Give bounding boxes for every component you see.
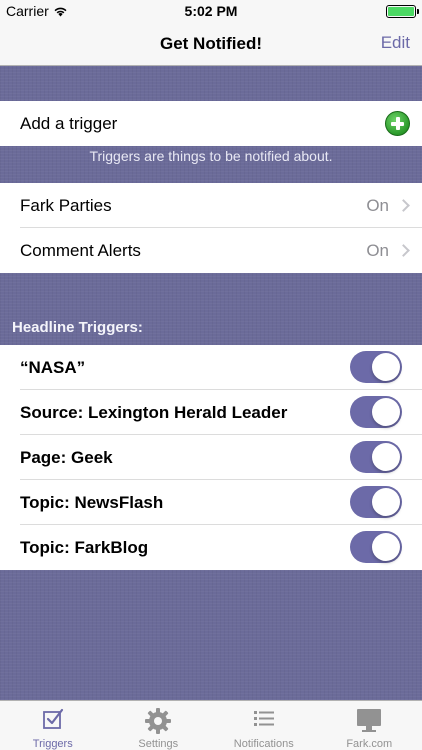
tab-label: Settings [138, 738, 179, 750]
fark-parties-row[interactable]: Fark Parties On [0, 183, 422, 228]
tab-settings[interactable]: Settings [106, 701, 212, 750]
add-trigger-label: Add a trigger [20, 113, 118, 133]
navigation-bar: Get Notified! Edit [0, 22, 422, 66]
headline-trigger-label: Page: Geek [20, 447, 113, 467]
add-trigger-row[interactable]: Add a trigger [0, 101, 422, 146]
status-time: 5:02 PM [184, 3, 238, 19]
tab-label: Notifications [233, 738, 294, 750]
toggle-switch[interactable] [350, 486, 402, 518]
toggle-switch[interactable] [350, 351, 402, 383]
add-circle-icon[interactable] [385, 111, 410, 136]
headline-triggers-header: Headline Triggers: [12, 319, 143, 336]
headline-trigger-row[interactable]: Page: Geek [0, 435, 422, 480]
headline-trigger-label: “NASA” [20, 357, 86, 377]
tab-fark-com[interactable]: Fark.com [317, 701, 422, 750]
edit-button[interactable]: Edit [381, 33, 410, 53]
comment-alerts-value: On [366, 240, 389, 260]
list-icon [253, 711, 274, 726]
chevron-right-icon [397, 244, 410, 257]
fark-parties-label: Fark Parties [20, 195, 112, 215]
tab-label: Fark.com [346, 738, 393, 750]
headline-trigger-row[interactable]: Topic: NewsFlash [0, 480, 422, 525]
tab-triggers[interactable]: Triggers [0, 701, 106, 750]
comment-alerts-row[interactable]: Comment Alerts On [0, 228, 422, 273]
status-bar: Carrier 5:02 PM [0, 0, 422, 22]
checkmark-square-icon [42, 708, 63, 729]
headline-trigger-row[interactable]: Source: Lexington Herald Leader [0, 390, 422, 435]
headline-trigger-label: Topic: FarkBlog [20, 537, 149, 557]
chevron-right-icon [397, 199, 410, 212]
toggle-switch[interactable] [350, 531, 402, 563]
fark-parties-value: On [366, 195, 389, 215]
gear-icon [145, 708, 172, 734]
headline-trigger-label: Source: Lexington Herald Leader [20, 402, 288, 422]
toggle-switch[interactable] [350, 441, 402, 473]
tab-notifications[interactable]: Notifications [211, 701, 317, 750]
battery-icon [386, 5, 419, 18]
page-title: Get Notified! [160, 34, 262, 53]
headline-trigger-row[interactable]: “NASA” [0, 345, 422, 390]
comment-alerts-label: Comment Alerts [20, 240, 141, 260]
headline-trigger-row[interactable]: Topic: FarkBlog [0, 525, 422, 570]
tab-label: Triggers [32, 738, 73, 750]
tab-bar: Triggers Settings Notifications Fark.com [0, 700, 422, 750]
triggers-note: Triggers are things to be notified about… [89, 148, 333, 164]
headline-trigger-label: Topic: NewsFlash [20, 492, 164, 512]
monitor-icon [357, 709, 382, 732]
toggle-switch[interactable] [350, 396, 402, 428]
